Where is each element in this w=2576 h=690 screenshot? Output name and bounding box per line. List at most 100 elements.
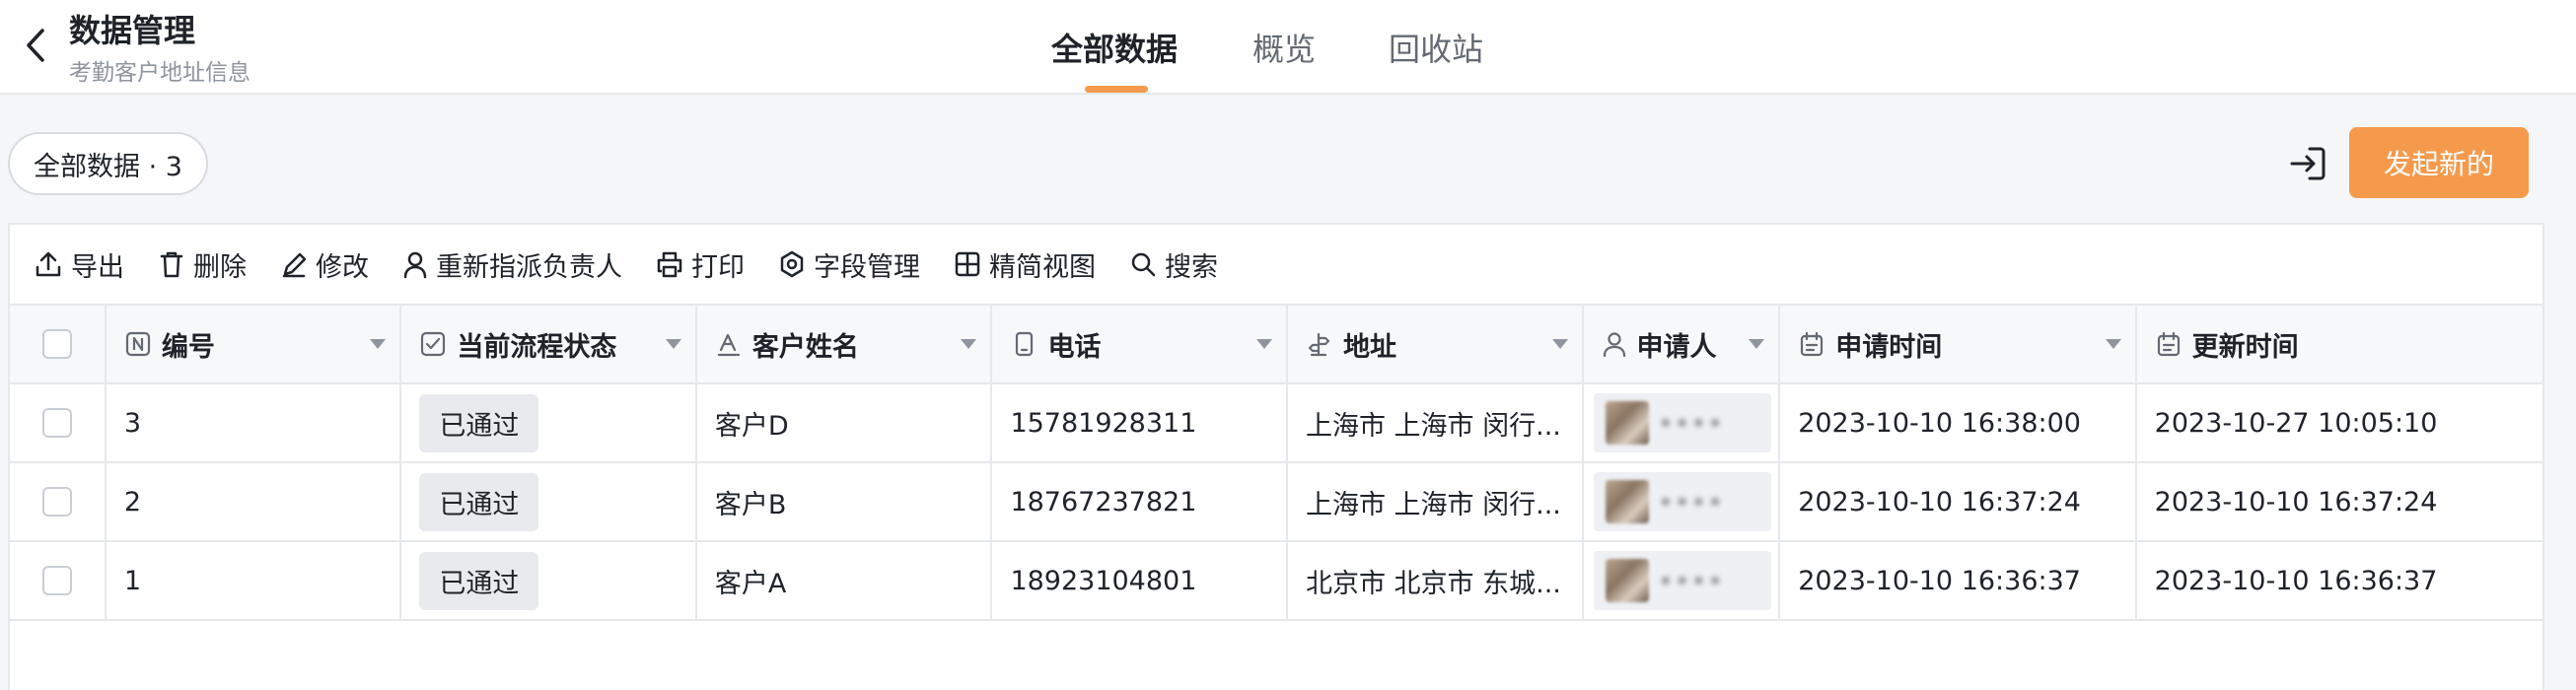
cell-phone: 18767237821	[992, 463, 1288, 540]
column-label: 编号	[161, 331, 215, 363]
applicant-tag[interactable]: ••••	[1593, 472, 1771, 531]
column-label: 地址	[1342, 331, 1396, 363]
column-header-address[interactable]: 地址	[1288, 306, 1584, 382]
column-header-updated-time[interactable]: 更新时间	[2137, 306, 2542, 382]
edit-label: 修改	[316, 251, 369, 283]
back-button[interactable]	[12, 26, 59, 65]
column-header-customer-name[interactable]: 客户姓名	[697, 306, 993, 382]
page-title: 数据管理	[69, 12, 196, 49]
cell-id: 2	[107, 463, 402, 540]
tab-recycle-bin[interactable]: 回收站	[1389, 0, 1527, 95]
status-badge: 已通过	[419, 551, 539, 610]
cell-address: 上海市 上海市 闵行...	[1288, 463, 1584, 540]
tab-overview[interactable]: 概览	[1243, 0, 1389, 95]
search-label: 搜索	[1165, 251, 1218, 283]
column-header-applicant[interactable]: 申请人	[1584, 306, 1781, 382]
user-icon	[1603, 332, 1625, 358]
caret-down-icon[interactable]	[1551, 339, 1568, 349]
search-icon	[1131, 252, 1156, 277]
print-label: 打印	[691, 251, 745, 283]
applicant-name: ••••	[1658, 487, 1725, 517]
cell-status: 已通过	[401, 463, 697, 540]
trash-icon	[160, 251, 183, 278]
pencil-icon	[282, 252, 307, 278]
table-row[interactable]: 3 已通过 客户D 15781928311 上海市 上海市 闵行... ••••…	[10, 384, 2542, 463]
sign-in-icon	[2290, 147, 2326, 180]
text-field-icon	[717, 333, 741, 357]
caret-down-icon[interactable]	[370, 339, 387, 349]
cell-id: 3	[107, 384, 402, 461]
number-field-icon	[125, 331, 150, 357]
cell-applicant: ••••	[1584, 463, 1781, 540]
active-tab-indicator	[1085, 86, 1148, 93]
search-button[interactable]: 搜索	[1129, 245, 1218, 284]
print-button[interactable]: 打印	[656, 245, 745, 284]
field-management-button[interactable]: 字段管理	[778, 245, 920, 284]
column-header-id[interactable]: 编号	[107, 306, 402, 382]
select-all-cell	[10, 306, 107, 382]
cell-applied-time: 2023-10-10 16:36:37	[1780, 542, 2137, 619]
avatar	[1605, 480, 1649, 523]
column-header-phone[interactable]: 电话	[992, 306, 1288, 382]
applicant-name: ••••	[1658, 566, 1725, 595]
status-badge: 已通过	[419, 472, 539, 531]
row-select-cell	[10, 384, 107, 461]
row-select-cell	[10, 542, 107, 619]
compact-view-label: 精简视图	[989, 251, 1096, 283]
tab-label: 回收站	[1389, 31, 1484, 68]
exit-button[interactable]	[2284, 140, 2331, 187]
applicant-tag[interactable]: ••••	[1593, 393, 1771, 452]
cell-customer-name: 客户B	[697, 463, 993, 540]
caret-down-icon[interactable]	[2105, 339, 2121, 349]
create-new-button[interactable]: 发起新的	[2349, 127, 2529, 198]
tab-label: 概览	[1252, 31, 1317, 68]
calendar-icon	[2157, 331, 2180, 357]
caret-down-icon[interactable]	[1255, 339, 1272, 349]
caret-down-icon[interactable]	[665, 339, 681, 349]
edit-button[interactable]: 修改	[280, 245, 369, 284]
cell-applied-time: 2023-10-10 16:38:00	[1780, 384, 2137, 461]
caret-down-icon[interactable]	[961, 339, 977, 349]
row-checkbox[interactable]	[41, 408, 72, 438]
cell-applied-time: 2023-10-10 16:37:24	[1780, 463, 2137, 540]
avatar	[1605, 401, 1649, 445]
cell-id: 1	[107, 542, 402, 619]
reassign-label: 重新指派负责人	[436, 251, 622, 283]
cell-address: 北京市 北京市 东城...	[1288, 542, 1584, 619]
export-button[interactable]: 导出	[34, 245, 124, 284]
chevron-left-icon	[27, 29, 44, 62]
settings-icon	[780, 250, 804, 278]
cell-updated-time: 2023-10-10 16:37:24	[2154, 486, 2438, 518]
grid-icon	[955, 251, 980, 277]
cell-address: 上海市 上海市 闵行...	[1288, 384, 1584, 461]
row-checkbox[interactable]	[41, 566, 72, 595]
column-label: 申请时间	[1835, 331, 1943, 363]
delete-button[interactable]: 删除	[158, 245, 247, 284]
column-label: 当前流程状态	[457, 331, 617, 363]
export-label: 导出	[71, 251, 124, 283]
column-header-applied-time[interactable]: 申请时间	[1780, 306, 2137, 382]
applicant-tag[interactable]: ••••	[1593, 551, 1771, 610]
tab-all-data[interactable]: 全部数据	[1032, 0, 1243, 95]
applicant-name: ••••	[1658, 408, 1725, 438]
filter-chip-all-data[interactable]: 全部数据 · 3	[8, 132, 208, 195]
calendar-icon	[1801, 331, 1824, 357]
reassign-owner-button[interactable]: 重新指派负责人	[402, 245, 622, 284]
table-row[interactable]: 1 已通过 客户A 18923104801 北京市 北京市 东城... ••••…	[10, 542, 2542, 621]
row-checkbox[interactable]	[41, 487, 72, 517]
caret-down-icon[interactable]	[1749, 339, 1765, 349]
avatar	[1605, 559, 1649, 602]
compact-view-button[interactable]: 精简视图	[954, 245, 1096, 284]
table-row[interactable]: 2 已通过 客户B 18767237821 上海市 上海市 闵行... ••••…	[10, 463, 2542, 542]
top-bar: 数据管理 考勤客户地址信息 全部数据 概览 回收站	[0, 0, 2576, 95]
data-table: 编号 当前流程状态 客户姓名 电话 地址 申请人 申请时间 更新时间 3 已通过…	[10, 306, 2542, 621]
action-toolbar: 导出 删除 修改 重新指派负责人 打印 字段管理 精简视图 搜索	[10, 225, 2542, 306]
field-management-label: 字段管理	[814, 251, 920, 283]
signpost-icon	[1308, 332, 1330, 357]
column-header-status[interactable]: 当前流程状态	[401, 306, 697, 382]
column-label: 申请人	[1636, 331, 1717, 363]
select-all-checkbox[interactable]	[41, 329, 72, 359]
data-panel: 导出 删除 修改 重新指派负责人 打印 字段管理 精简视图 搜索 编号 当前流程…	[8, 223, 2544, 690]
column-label: 电话	[1047, 331, 1102, 363]
phone-field-icon	[1016, 331, 1034, 357]
